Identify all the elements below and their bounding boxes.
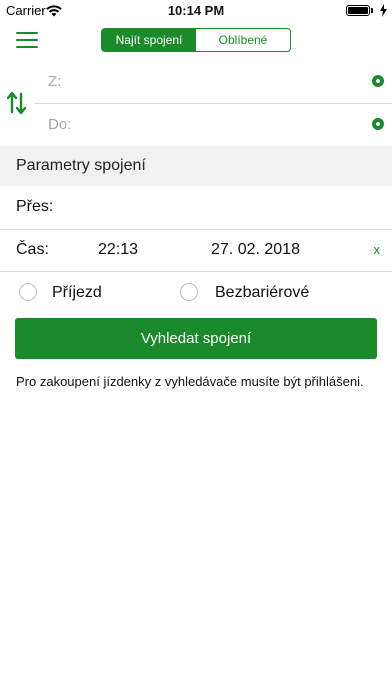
time-row: Čas: 22:13 27. 02. 2018 x [0,229,392,272]
swap-arrows-icon[interactable] [6,90,27,121]
time-picker[interactable]: 22:13 [98,241,138,259]
tab-find-connection[interactable]: Najít spojení [102,29,196,51]
location-dot-icon[interactable] [372,75,384,87]
to-label: Do: [48,116,72,133]
battery-cap [371,8,373,13]
clear-time-button[interactable]: x [374,242,381,257]
via-label: Přes: [16,198,54,215]
from-field[interactable]: Z: [34,60,392,104]
from-label: Z: [48,73,62,90]
navigation-bar: Najít spojení Oblíbené [0,22,392,60]
battery-level [348,7,368,14]
via-field[interactable]: Přes: [0,186,392,230]
battery-icon [346,5,370,16]
barrier-free-label[interactable]: Bezbariérové [215,284,309,302]
date-picker[interactable]: 27. 02. 2018 [211,241,300,259]
segmented-control: Najít spojení Oblíbené [101,28,291,52]
status-time: 10:14 PM [167,3,225,18]
location-dot-icon[interactable] [372,118,384,130]
section-title: Parametry spojení [16,157,146,174]
charging-bolt-icon [380,4,387,22]
tab-favorites[interactable]: Oblíbené [196,29,290,51]
route-inputs: Z: Do: [0,60,392,146]
hamburger-menu-icon[interactable] [16,32,38,48]
arrival-radio[interactable] [19,283,37,301]
barrier-free-radio[interactable] [180,283,198,301]
login-notice: Pro zakoupení jízdenky z vyhledávače mus… [16,374,364,389]
search-connection-button[interactable]: Vyhledat spojení [15,318,377,359]
to-field[interactable]: Do: [34,103,392,146]
arrival-label[interactable]: Příjezd [52,284,102,302]
time-label: Čas: [16,241,49,258]
options-row: Příjezd Bezbariérové [0,273,392,313]
section-header: Parametry spojení [0,146,392,186]
status-bar: Carrier 10:14 PM [0,0,392,22]
